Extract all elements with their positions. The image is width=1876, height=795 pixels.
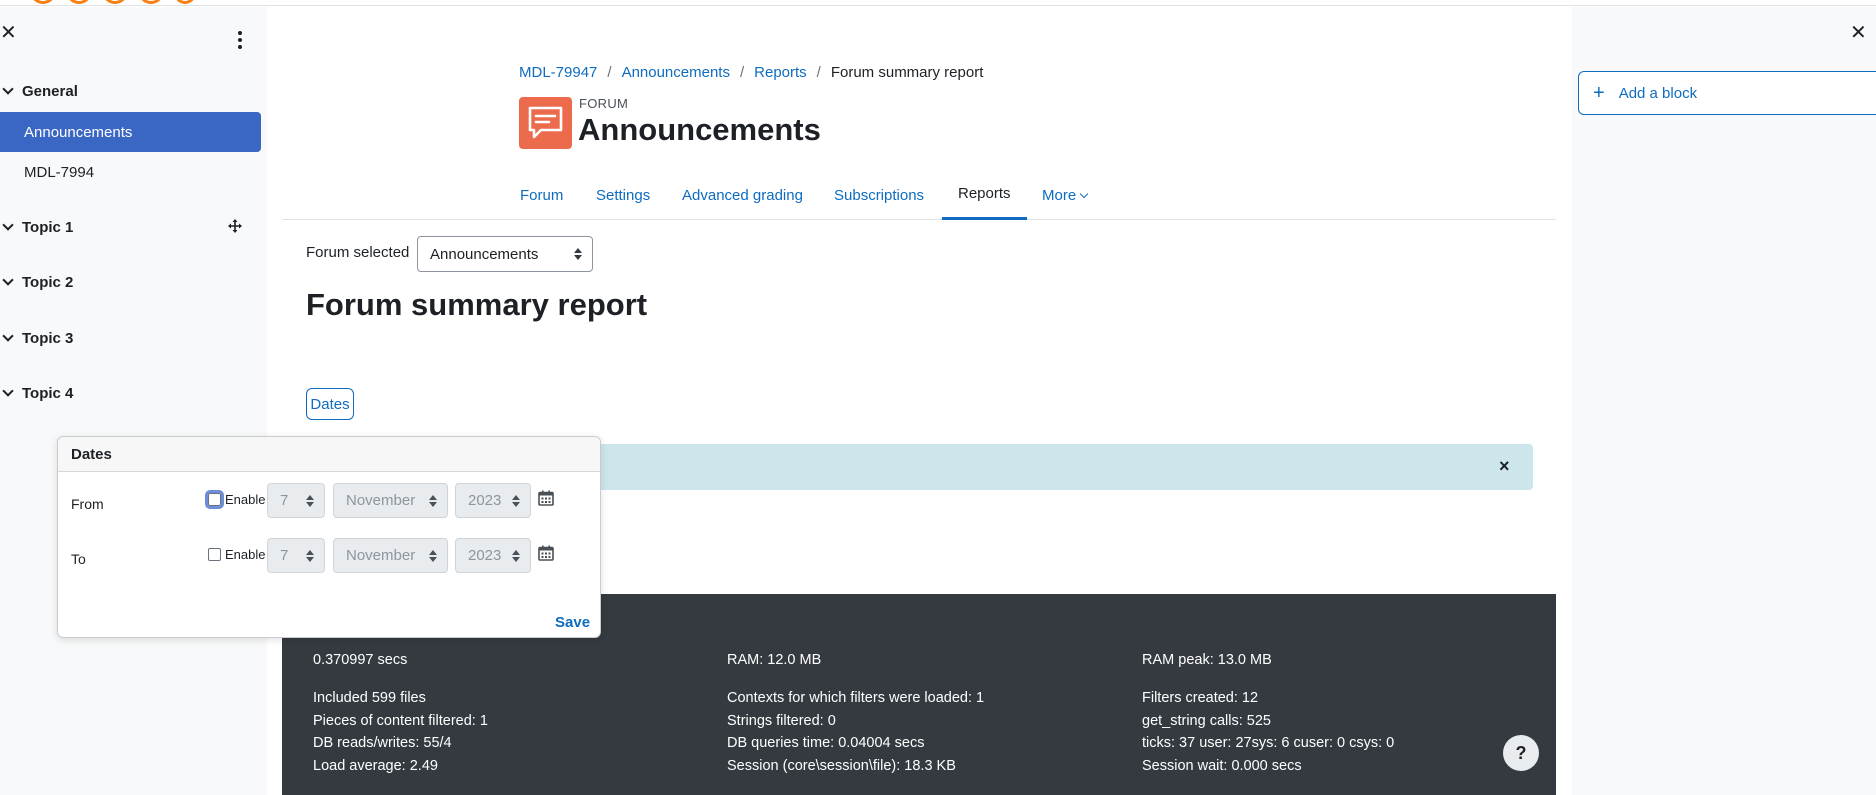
- course-section-general[interactable]: General: [0, 79, 78, 103]
- perf-ticks: ticks: 37 user: 27sys: 6 cuser: 0 csys: …: [1142, 735, 1395, 751]
- tab-more[interactable]: More: [1042, 170, 1089, 220]
- forum-icon: [519, 97, 572, 149]
- perf-files: Included 599 files: [313, 690, 426, 706]
- block-drawer: [1572, 7, 1876, 795]
- select-value: 7: [280, 547, 289, 564]
- perf-contexts: Contexts for which filters were loaded: …: [727, 690, 985, 706]
- select-arrows-icon: [574, 248, 582, 260]
- from-enable-checkbox[interactable]: [205, 490, 224, 509]
- move-icon[interactable]: [228, 219, 242, 233]
- to-day-select[interactable]: 7: [267, 538, 325, 573]
- from-enable-label: Enable: [225, 492, 266, 507]
- chevron-down-icon: [2, 330, 14, 342]
- chevron-down-icon: [2, 274, 14, 286]
- perf-ram: RAM: 12.0 MB: [727, 652, 822, 668]
- course-index-item-announcements[interactable]: Announcements: [0, 112, 261, 152]
- perf-time: 0.370997 secs: [313, 652, 408, 668]
- to-enable-label: Enable: [225, 547, 266, 562]
- chevron-down-icon: [2, 83, 14, 95]
- select-value: Announcements: [430, 245, 539, 263]
- section-label: General: [22, 82, 78, 100]
- select-value: November: [346, 547, 416, 564]
- tab-reports[interactable]: Reports: [942, 170, 1027, 220]
- course-index-options-icon[interactable]: [232, 27, 248, 53]
- from-year-select[interactable]: 2023: [455, 483, 531, 518]
- top-navbar: [0, 0, 1876, 6]
- page-title: Announcements: [578, 112, 821, 147]
- breadcrumb-announcements[interactable]: Announcements: [622, 64, 730, 81]
- add-block-label: Add a block: [1618, 84, 1698, 102]
- calendar-icon[interactable]: [538, 545, 554, 561]
- course-index-item-mdl-7994[interactable]: MDL-7994: [0, 152, 261, 192]
- chevron-down-icon: [2, 219, 14, 231]
- to-enable-checkbox[interactable]: [208, 548, 221, 561]
- site-logo[interactable]: [30, 0, 200, 4]
- tab-forum[interactable]: Forum: [520, 170, 563, 220]
- save-button[interactable]: Save: [555, 614, 590, 631]
- chevron-down-icon: [1079, 189, 1089, 198]
- perf-ram-peak: RAM peak: 13.0 MB: [1142, 652, 1272, 668]
- add-block-button[interactable]: + Add a block: [1578, 71, 1876, 115]
- perf-content-filtered: Pieces of content filtered: 1: [313, 713, 488, 729]
- tab-subscriptions[interactable]: Subscriptions: [834, 170, 924, 220]
- info-alert: ×: [598, 444, 1533, 490]
- perf-filters-created: Filters created: 12: [1142, 690, 1259, 706]
- tab-settings[interactable]: Settings: [596, 170, 650, 220]
- breadcrumb: MDL-79947 / Announcements / Reports / Fo…: [519, 63, 984, 81]
- section-label: Topic 4: [22, 384, 74, 402]
- from-label: From: [71, 496, 104, 512]
- breadcrumb-reports[interactable]: Reports: [754, 64, 807, 81]
- course-section-topic-1[interactable]: Topic 1: [0, 215, 73, 239]
- forum-select[interactable]: Announcements: [417, 236, 593, 272]
- select-value: 2023: [468, 547, 502, 564]
- course-section-topic-3[interactable]: Topic 3: [0, 326, 73, 350]
- forum-selected-label: Forum selected: [306, 244, 410, 261]
- select-value: 2023: [468, 492, 502, 509]
- select-value: 7: [280, 492, 289, 509]
- secondary-navigation: Forum Settings Advanced grading Subscrip…: [282, 170, 1556, 220]
- report-heading: Forum summary report: [306, 287, 648, 322]
- plus-icon: +: [1593, 82, 1605, 104]
- item-label: MDL-7994: [24, 163, 95, 181]
- popover-title: Dates: [58, 437, 600, 472]
- section-label: Topic 3: [22, 329, 74, 347]
- module-type-label: FORUM: [579, 96, 629, 111]
- help-button[interactable]: ?: [1503, 735, 1539, 771]
- perf-get-string: get_string calls: 525: [1142, 713, 1271, 729]
- breadcrumb-course[interactable]: MDL-79947: [519, 64, 597, 81]
- close-block-drawer-icon[interactable]: ✕: [1850, 22, 1870, 44]
- from-month-select[interactable]: November: [333, 483, 448, 518]
- to-year-select[interactable]: 2023: [455, 538, 531, 573]
- perf-strings-filtered: Strings filtered: 0: [727, 713, 836, 729]
- tab-advanced-grading[interactable]: Advanced grading: [682, 170, 803, 220]
- dates-filter-button[interactable]: Dates: [306, 388, 354, 420]
- section-label: Topic 2: [22, 273, 74, 291]
- breadcrumb-current: Forum summary report: [830, 63, 984, 81]
- from-day-select[interactable]: 7: [267, 483, 325, 518]
- dates-popover: Dates From Enable 7 November 2023 To Ena…: [57, 436, 601, 638]
- section-label: Topic 1: [22, 218, 74, 236]
- perf-load-average: Load average: 2.49: [313, 758, 438, 774]
- course-section-topic-2[interactable]: Topic 2: [0, 270, 73, 294]
- select-value: November: [346, 492, 416, 509]
- perf-session-wait: Session wait: 0.000 secs: [1142, 758, 1302, 774]
- tab-label: More: [1042, 186, 1077, 204]
- close-course-index-icon[interactable]: ✕: [0, 22, 18, 44]
- perf-db-time: DB queries time: 0.04004 secs: [727, 735, 925, 751]
- tab-label: Reports: [958, 185, 1011, 202]
- chevron-down-icon: [2, 385, 14, 397]
- perf-session: Session (core\session\file): 18.3 KB: [727, 758, 956, 774]
- item-label: Announcements: [24, 123, 133, 141]
- perf-db-reads: DB reads/writes: 55/4: [313, 735, 452, 751]
- course-section-topic-4[interactable]: Topic 4: [0, 381, 73, 405]
- to-month-select[interactable]: November: [333, 538, 448, 573]
- to-label: To: [71, 551, 86, 567]
- close-icon[interactable]: ×: [1499, 457, 1517, 475]
- calendar-icon[interactable]: [538, 490, 554, 506]
